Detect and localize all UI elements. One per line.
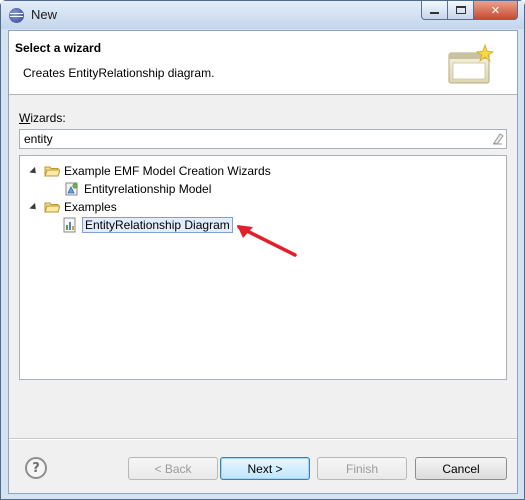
folder-icon (44, 202, 60, 213)
window-title: New (31, 7, 58, 22)
back-button[interactable]: < Back (128, 457, 218, 480)
page-description: Creates EntityRelationship diagram. (23, 66, 215, 80)
tree-item-entityrelationship-diagram[interactable]: EntityRelationship Diagram (62, 216, 233, 234)
diagram-icon (63, 217, 76, 233)
tree-item-label: Entityrelationship Model (84, 182, 212, 196)
minimize-button[interactable] (421, 1, 448, 20)
wizard-filter-input[interactable] (19, 129, 507, 149)
tree-item-examples[interactable]: Examples (28, 198, 117, 216)
window-controls: ✕ (421, 1, 518, 20)
wizards-label: Wizards: (19, 111, 66, 125)
model-icon (65, 182, 78, 196)
cancel-button[interactable]: Cancel (415, 457, 507, 480)
tree-item-label: EntityRelationship Diagram (82, 217, 233, 233)
wizard-header: Select a wizard Creates EntityRelationsh… (9, 31, 517, 95)
expanded-twisty-icon[interactable] (28, 202, 38, 212)
clear-filter-icon[interactable] (491, 132, 504, 145)
page-title: Select a wizard (15, 41, 102, 55)
folder-icon (44, 166, 60, 177)
close-button[interactable]: ✕ (474, 1, 518, 20)
new-wizard-window: New ✕ Select a wizard Creates EntityRela… (0, 0, 525, 500)
close-icon: ✕ (490, 3, 501, 17)
dialog-client-area: Select a wizard Creates EntityRelationsh… (8, 30, 518, 494)
maximize-icon (455, 6, 466, 14)
tree-item-label: Example EMF Model Creation Wizards (64, 164, 271, 178)
maximize-button[interactable] (448, 1, 474, 20)
finish-button[interactable]: Finish (317, 457, 407, 480)
minimize-icon (430, 12, 439, 14)
next-button[interactable]: Next > (220, 457, 310, 480)
tree-item-label: Examples (64, 200, 117, 214)
eclipse-icon (9, 8, 24, 23)
help-icon[interactable]: ? (25, 457, 47, 479)
tree-item-emf-wizards[interactable]: Example EMF Model Creation Wizards (28, 162, 271, 180)
button-bar-separator (9, 438, 517, 440)
expanded-twisty-icon[interactable] (28, 166, 38, 176)
tree-item-entityrelationship-model[interactable]: Entityrelationship Model (64, 180, 211, 198)
annotation-arrow (237, 225, 297, 257)
title-bar[interactable]: New ✕ (1, 1, 524, 29)
new-wizard-banner-icon (448, 43, 495, 84)
